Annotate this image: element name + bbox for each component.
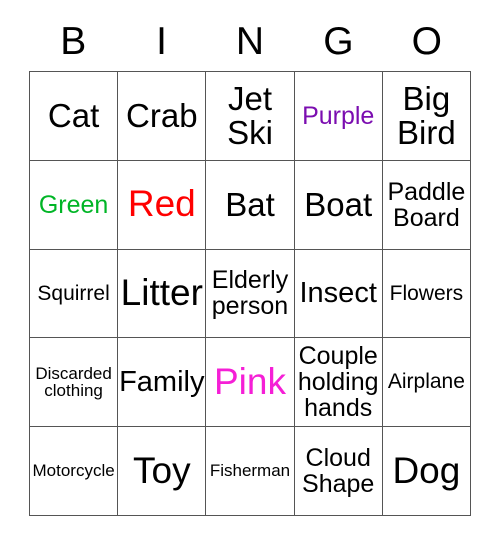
bingo-header-letter-b: B — [60, 20, 87, 63]
bingo-cell-label: Boat — [304, 185, 373, 223]
bingo-cell[interactable]: Cloud Shape — [294, 427, 383, 516]
bingo-cell-label: Crab — [126, 96, 198, 134]
bingo-grid: Cat Crab Jet Ski Purple Big Bird Green R… — [29, 71, 471, 516]
bingo-cell[interactable]: Green — [30, 160, 119, 250]
bingo-cell-label: Red — [127, 183, 196, 225]
bingo-cell[interactable]: Airplane — [382, 338, 471, 428]
bingo-cell[interactable]: Discarded clothing — [30, 338, 119, 428]
bingo-cell-label: Dog — [392, 449, 461, 491]
bingo-header-letter-n: N — [235, 20, 265, 63]
bingo-cell[interactable]: Elderly person — [206, 249, 295, 339]
bingo-cell[interactable]: Paddle Board — [382, 160, 471, 250]
bingo-cell[interactable]: Big Bird — [382, 72, 471, 161]
bingo-header-letter-g: G — [323, 20, 354, 63]
bingo-cell[interactable]: Litter — [118, 249, 207, 339]
bingo-cell-label: Family — [119, 366, 205, 399]
bingo-cell[interactable]: Jet Ski — [206, 72, 295, 161]
bingo-cell-label: Paddle Board — [387, 177, 466, 232]
bingo-cell[interactable]: Squirrel — [30, 249, 119, 339]
bingo-header-letter-i: I — [156, 20, 168, 63]
bingo-header-letter-o: O — [411, 20, 442, 63]
bingo-cell[interactable]: Dog — [382, 427, 471, 516]
bingo-cell[interactable]: Bat — [206, 160, 295, 250]
bingo-cell[interactable]: Toy — [118, 427, 207, 516]
bingo-cell-label: Bat — [225, 185, 275, 223]
bingo-cell[interactable]: Motorcycle — [30, 427, 119, 516]
bingo-cell-label: Couple holding hands — [297, 342, 379, 423]
bingo-cell-label: Fisherman — [209, 461, 291, 481]
bingo-cell-label: Flowers — [389, 281, 464, 305]
bingo-header-row: B I N G O — [29, 12, 471, 71]
bingo-cell[interactable]: Couple holding hands — [294, 338, 383, 428]
bingo-cell[interactable]: Flowers — [382, 249, 471, 339]
bingo-cell-label: Elderly person — [211, 266, 289, 321]
bingo-cell-label: Airplane — [387, 370, 465, 394]
bingo-cell-label: Purple — [302, 101, 375, 130]
bingo-cell-label: Discarded clothing — [35, 363, 112, 401]
bingo-cell[interactable]: Fisherman — [206, 427, 295, 516]
bingo-cell-label: Toy — [133, 449, 191, 491]
bingo-card: B I N G O Cat Crab Jet Ski Purple Big Bi… — [29, 12, 471, 516]
bingo-cell[interactable]: Crab — [118, 72, 207, 161]
bingo-cell[interactable]: Purple — [294, 72, 383, 161]
bingo-cell-label: Squirrel — [37, 281, 110, 305]
bingo-cell[interactable]: Cat — [30, 72, 119, 161]
bingo-cell-label: Big Bird — [397, 79, 456, 151]
bingo-cell[interactable]: Insect — [294, 249, 383, 339]
bingo-cell-label: Insect — [299, 277, 377, 310]
bingo-cell-label: Jet Ski — [227, 79, 273, 151]
bingo-cell-label: Cat — [47, 96, 100, 134]
bingo-cell-label: Green — [38, 190, 109, 219]
bingo-cell[interactable]: Red — [118, 160, 207, 250]
bingo-cell-label: Cloud Shape — [302, 444, 375, 499]
bingo-cell-label: Motorcycle — [32, 461, 115, 481]
bingo-cell[interactable]: Family — [118, 338, 207, 428]
bingo-cell[interactable]: Pink — [206, 338, 295, 428]
bingo-cell[interactable]: Boat — [294, 160, 383, 250]
bingo-cell-label: Litter — [120, 272, 203, 314]
bingo-cell-label: Pink — [214, 361, 286, 403]
